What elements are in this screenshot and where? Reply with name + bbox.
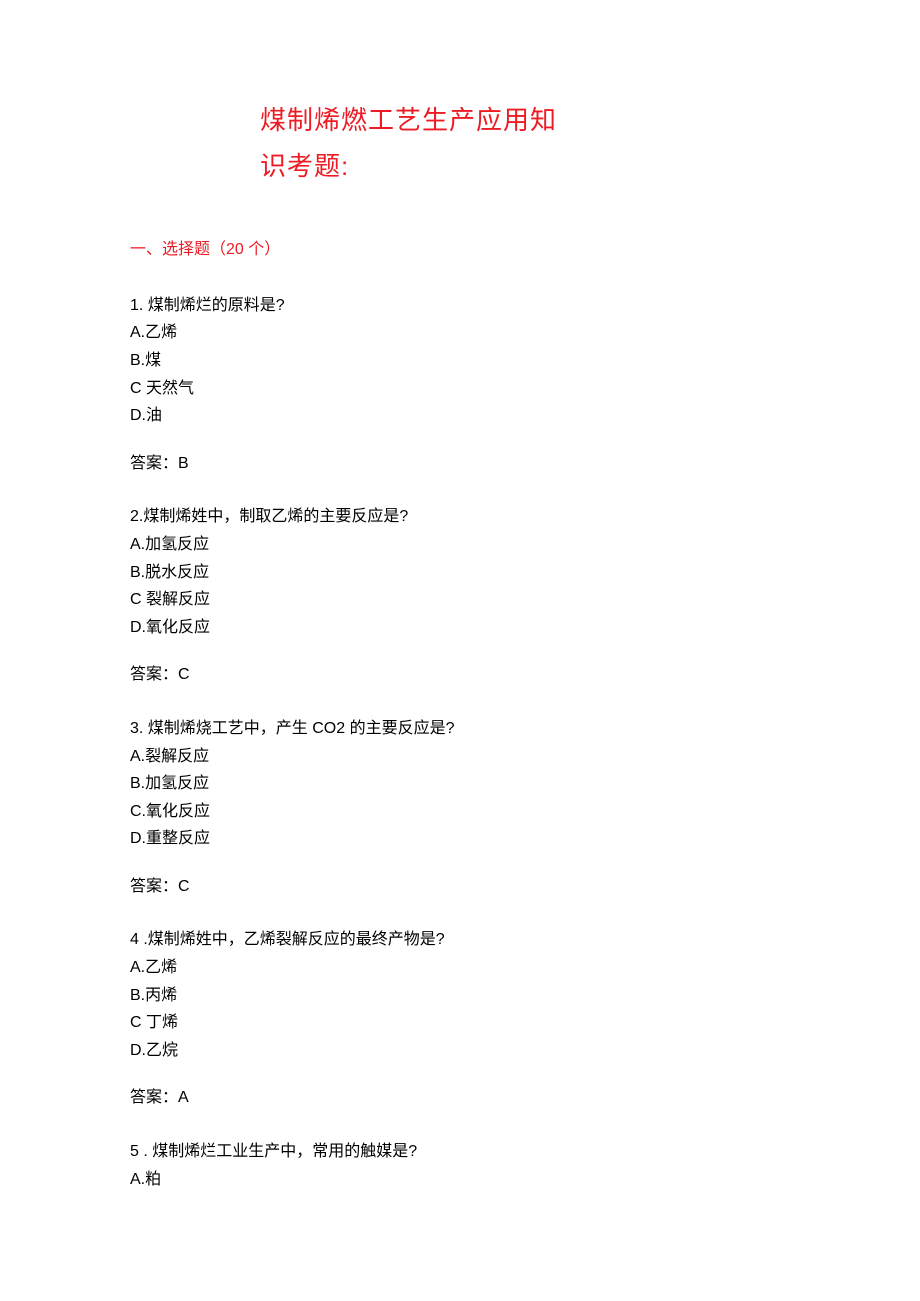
- option-d: D.油: [130, 403, 790, 429]
- question-block-2: 2.煤制烯姓中，制取乙烯的主要反应是? A.加氢反应 B.脱水反应 C 裂解反应…: [130, 504, 790, 688]
- question-block-5: 5 . 煤制烯烂工业生产中，常用的触媒是? A.粕: [130, 1139, 790, 1192]
- question-text: 3. 煤制烯烧工艺中，产生 CO2 的主要反应是?: [130, 716, 790, 742]
- option-c: C 丁烯: [130, 1010, 790, 1036]
- option-a: A.加氢反应: [130, 532, 790, 558]
- option-d: D.氧化反应: [130, 615, 790, 641]
- option-b: B.脱水反应: [130, 560, 790, 586]
- option-c: C 天然气: [130, 376, 790, 402]
- option-b: B.加氢反应: [130, 771, 790, 797]
- document-title-line2: 识考题:: [260, 146, 790, 188]
- answer: 答案：B: [130, 451, 790, 477]
- answer: 答案：C: [130, 874, 790, 900]
- question-text: 4 .煤制烯姓中，乙烯裂解反应的最终产物是?: [130, 927, 790, 953]
- question-text: 5 . 煤制烯烂工业生产中，常用的触媒是?: [130, 1139, 790, 1165]
- question-text: 2.煤制烯姓中，制取乙烯的主要反应是?: [130, 504, 790, 530]
- section-header: 一、选择题（20 个）: [130, 237, 790, 263]
- question-text: 1. 煤制烯烂的原料是?: [130, 293, 790, 319]
- document-title-line1: 煤制烯燃工艺生产应用知: [260, 100, 790, 142]
- answer: 答案：A: [130, 1085, 790, 1111]
- option-b: B.丙烯: [130, 983, 790, 1009]
- answer: 答案：C: [130, 662, 790, 688]
- option-b: B.煤: [130, 348, 790, 374]
- question-block-4: 4 .煤制烯姓中，乙烯裂解反应的最终产物是? A.乙烯 B.丙烯 C 丁烯 D.…: [130, 927, 790, 1111]
- option-a: A.乙烯: [130, 320, 790, 346]
- question-block-3: 3. 煤制烯烧工艺中，产生 CO2 的主要反应是? A.裂解反应 B.加氢反应 …: [130, 716, 790, 900]
- option-d: D.乙烷: [130, 1038, 790, 1064]
- option-a: A.裂解反应: [130, 744, 790, 770]
- option-a: A.粕: [130, 1167, 790, 1193]
- option-c: C.氧化反应: [130, 799, 790, 825]
- option-c: C 裂解反应: [130, 587, 790, 613]
- option-d: D.重整反应: [130, 826, 790, 852]
- question-block-1: 1. 煤制烯烂的原料是? A.乙烯 B.煤 C 天然气 D.油 答案：B: [130, 293, 790, 477]
- option-a: A.乙烯: [130, 955, 790, 981]
